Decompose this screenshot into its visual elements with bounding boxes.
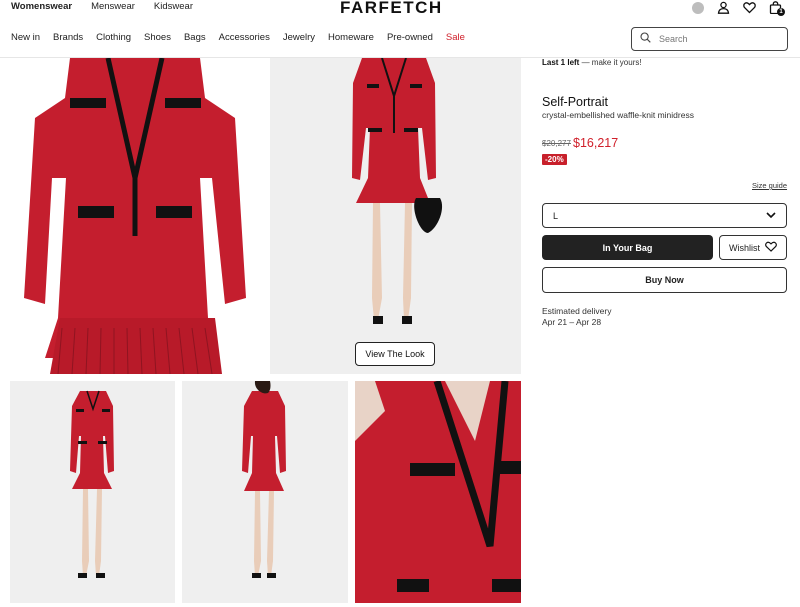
tab-menswear[interactable]: Menswear xyxy=(91,0,135,13)
chevron-down-icon xyxy=(766,211,776,221)
nav-item-clothing[interactable]: Clothing xyxy=(96,32,131,43)
product-image-back[interactable] xyxy=(182,381,348,603)
header-icons: 1 xyxy=(692,1,785,16)
delivery-dates: Apr 21 – Apr 28 xyxy=(542,317,602,327)
old-price: $20,277 xyxy=(542,139,571,148)
size-select[interactable]: L xyxy=(542,203,787,228)
account-circle-icon[interactable] xyxy=(692,1,704,14)
nav-item-bags[interactable]: Bags xyxy=(184,32,206,43)
tab-kidswear[interactable]: Kidswear xyxy=(154,0,193,13)
nav-item-pre-owned[interactable]: Pre-owned xyxy=(387,32,433,43)
user-icon[interactable] xyxy=(717,1,730,14)
product-image-front[interactable] xyxy=(10,381,175,603)
nav-item-homeware[interactable]: Homeware xyxy=(328,32,374,43)
top-bar: Womenswear Menswear Kidswear FARFETCH 1 xyxy=(0,0,800,20)
delivery-label: Estimated delivery xyxy=(542,306,612,316)
farfetch-logo[interactable]: FARFETCH xyxy=(340,0,443,18)
nav-item-shoes[interactable]: Shoes xyxy=(144,32,171,43)
product-image-look[interactable] xyxy=(270,58,521,374)
product-image-main[interactable] xyxy=(0,58,268,374)
add-to-bag-button[interactable]: In Your Bag xyxy=(542,235,713,260)
brand-name[interactable]: Self-Portrait xyxy=(542,95,608,109)
tab-womenswear[interactable]: Womenswear xyxy=(11,0,72,13)
bag-count-badge: 1 xyxy=(777,8,785,16)
heart-icon[interactable] xyxy=(743,1,756,14)
selected-size: L xyxy=(553,210,559,221)
bag-icon[interactable]: 1 xyxy=(769,1,785,16)
discount-badge: -20% xyxy=(542,154,567,165)
nav-item-jewelry[interactable]: Jewelry xyxy=(283,32,315,43)
nav-item-new-in[interactable]: New in xyxy=(11,32,40,43)
product-image-detail[interactable] xyxy=(355,381,521,603)
wishlist-label: Wishlist xyxy=(729,242,760,253)
search-box[interactable] xyxy=(631,27,788,51)
nav-item-brands[interactable]: Brands xyxy=(53,32,83,43)
nav-item-sale[interactable]: Sale xyxy=(446,32,465,43)
search-input[interactable] xyxy=(659,34,769,44)
sale-price: $16,217 xyxy=(573,136,619,150)
heart-icon xyxy=(765,241,777,254)
size-guide-link[interactable]: Size guide xyxy=(752,181,787,190)
gender-tabs: Womenswear Menswear Kidswear xyxy=(11,0,193,13)
category-nav: New in Brands Clothing Shoes Bags Access… xyxy=(11,32,465,43)
view-the-look-button[interactable]: View The Look xyxy=(355,342,435,366)
stock-rest: — make it yours! xyxy=(579,58,642,67)
buy-now-button[interactable]: Buy Now xyxy=(542,267,787,293)
search-icon xyxy=(640,30,651,48)
nav-item-accessories[interactable]: Accessories xyxy=(219,32,270,43)
product-name: crystal-embellished waffle-knit minidres… xyxy=(542,110,694,120)
stock-bold: Last 1 left xyxy=(542,58,580,67)
stock-notice: Last 1 left — make it yours! xyxy=(542,58,642,67)
wishlist-button[interactable]: Wishlist xyxy=(719,235,787,260)
